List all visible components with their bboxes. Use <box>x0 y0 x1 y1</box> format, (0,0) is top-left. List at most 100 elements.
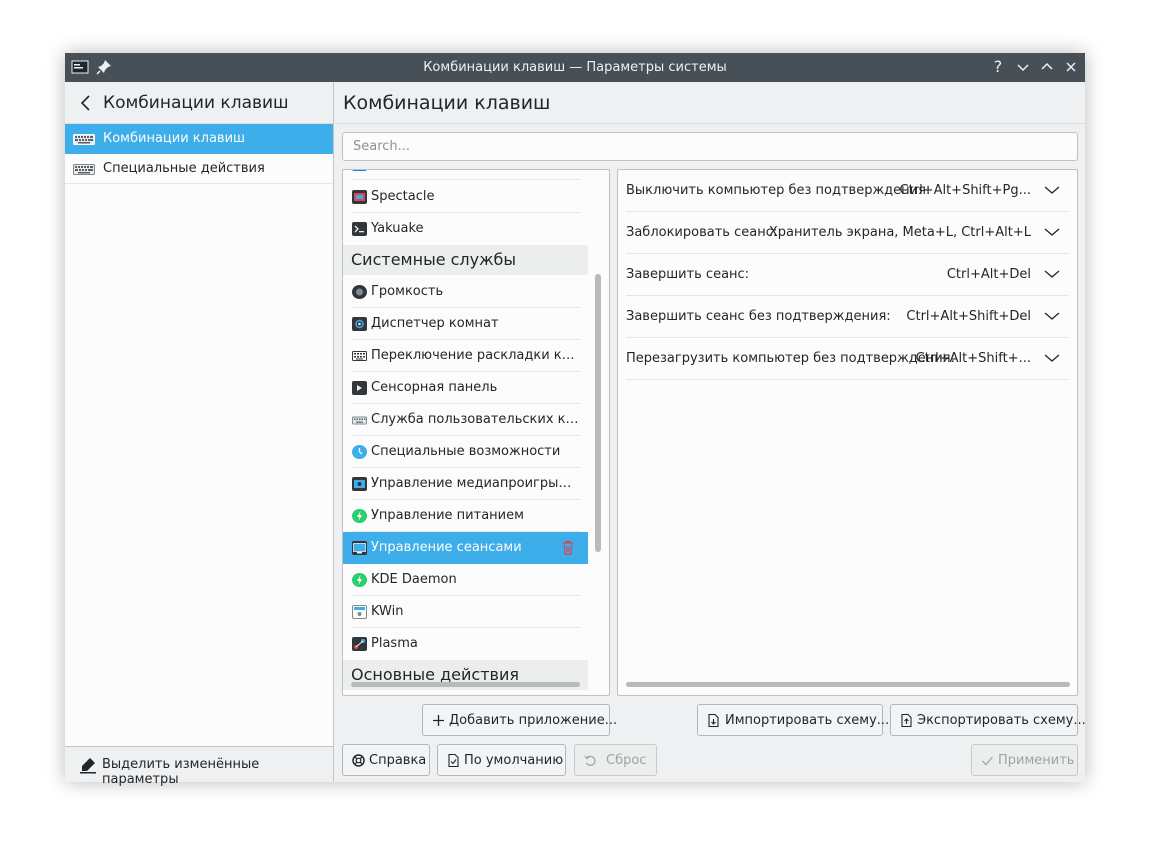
list-item[interactable]: Сенсорная панель <box>343 372 588 404</box>
keyboard-icon <box>352 413 367 427</box>
app-icon <box>352 170 367 171</box>
list-item-label: Spectacle <box>371 189 435 204</box>
trash-icon[interactable] <box>562 540 574 555</box>
page-title: Комбинации клавиш <box>343 92 551 114</box>
sidebar: Комбинации клавиш Комбинации клавиш Спец… <box>65 82 334 787</box>
reset-button[interactable]: Сброс <box>574 744 657 776</box>
checkmark-icon <box>980 753 995 768</box>
plus-icon <box>431 713 446 728</box>
list-item[interactable]: Громкость <box>343 276 588 308</box>
button-label: Применить <box>998 753 1075 768</box>
window-title: Комбинации клавиш — Параметры системы <box>423 60 727 75</box>
shortcut-keys: Ctrl+Alt+Shift+Pg... <box>899 183 1031 198</box>
document-import-icon <box>706 713 721 728</box>
search-box <box>342 132 1078 161</box>
shortcut-keys: Ctrl+Alt+Shift+Del <box>906 309 1031 324</box>
list-item[interactable] <box>343 170 588 180</box>
sidebar-header: Комбинации клавиш <box>65 82 333 124</box>
list-item[interactable]: Переключение раскладки клавиатуры <box>343 340 588 372</box>
activity-manager-icon <box>352 317 367 331</box>
button-label: По умолчанию <box>464 753 564 768</box>
export-scheme-button[interactable]: Экспортировать схему... <box>890 704 1086 736</box>
sidebar-item-shortcuts[interactable]: Комбинации клавиш <box>65 124 333 154</box>
accessibility-icon <box>352 445 367 459</box>
shortcut-name: Заблокировать сеанс: <box>626 225 778 240</box>
list-item-label: Служба пользовательских комбинаций клави… <box>371 412 579 427</box>
shortcut-name: Перезагрузить компьютер без подтверждени… <box>626 351 955 366</box>
touchpad-icon <box>352 381 367 395</box>
button-label: Справка <box>369 753 427 768</box>
maximize-icon[interactable] <box>1038 58 1056 76</box>
close-icon[interactable] <box>1062 58 1080 76</box>
kde-daemon-icon <box>352 573 367 587</box>
search-input[interactable] <box>343 133 1077 160</box>
page-header: Комбинации клавиш <box>335 82 1085 124</box>
list-item-selected[interactable]: Управление сеансами <box>343 532 588 564</box>
section-title: Системные службы <box>351 250 517 269</box>
list-item[interactable]: Специальные возможности <box>343 436 588 468</box>
shortcut-row[interactable]: Завершить сеанс без подтверждения: Ctrl+… <box>618 296 1069 338</box>
help-button[interactable]: Справка <box>342 744 430 776</box>
keyboard-icon <box>73 164 95 175</box>
button-label: Импортировать схему... <box>725 713 890 728</box>
add-application-button[interactable]: Добавить приложение... <box>422 704 617 736</box>
chevron-down-icon[interactable] <box>1043 352 1061 364</box>
list-item[interactable]: KWin <box>343 596 588 628</box>
list-item[interactable]: Управление питанием <box>343 500 588 532</box>
shortcut-name: Завершить сеанс без подтверждения: <box>626 309 891 324</box>
highlight-changed-button[interactable]: Выделить изменённые параметры <box>65 746 333 787</box>
shortcut-name: Выключить компьютер без подтверждения: <box>626 183 931 198</box>
yakuake-icon <box>352 222 367 236</box>
chevron-down-icon[interactable] <box>1043 268 1061 280</box>
list-item[interactable]: Plasma <box>343 628 588 660</box>
sidebar-item-label: Специальные действия <box>103 161 265 176</box>
kwin-icon <box>352 605 367 619</box>
power-management-icon <box>352 509 367 523</box>
list-item[interactable]: Диспетчер комнат <box>343 308 588 340</box>
list-item[interactable]: Yakuake <box>343 213 588 245</box>
shortcut-row[interactable]: Завершить сеанс: Ctrl+Alt+Del <box>618 254 1069 296</box>
defaults-button[interactable]: По умолчанию <box>437 744 566 776</box>
chevron-down-icon[interactable] <box>1043 184 1061 196</box>
vertical-scrollbar[interactable] <box>595 274 601 552</box>
list-item-label: Специальные возможности <box>371 444 561 459</box>
back-arrow-icon[interactable] <box>77 93 95 113</box>
list-item[interactable]: KDE Daemon <box>343 564 588 596</box>
highlight-changed-label: Выделить изменённые параметры <box>102 757 260 787</box>
list-item[interactable]: Spectacle <box>343 181 588 213</box>
apps-list[interactable]: Spectacle Yakuake Системные службы Громк… <box>342 169 610 696</box>
section-header-system: Системные службы <box>343 245 588 275</box>
horizontal-scrollbar[interactable] <box>626 682 1070 687</box>
shortcut-row[interactable]: Заблокировать сеанс: Хранитель экрана, M… <box>618 212 1069 254</box>
shortcuts-list[interactable]: Выключить компьютер без подтверждения: C… <box>617 169 1078 696</box>
sidebar-item-special-actions[interactable]: Специальные действия <box>65 154 333 184</box>
title-bar: Комбинации клавиш — Параметры системы ? <box>65 53 1085 82</box>
sidebar-title: Комбинации клавиш <box>103 93 289 113</box>
document-revert-icon <box>446 753 461 768</box>
shortcut-row[interactable]: Выключить компьютер без подтверждения: C… <box>618 170 1069 212</box>
apply-button[interactable]: Применить <box>971 744 1078 776</box>
import-scheme-button[interactable]: Импортировать схему... <box>697 704 889 736</box>
help-icon[interactable]: ? <box>989 58 1007 76</box>
undo-icon <box>583 753 598 768</box>
minimize-icon[interactable] <box>1014 58 1032 76</box>
list-item-label: Управление сеансами <box>371 540 522 555</box>
chevron-down-icon[interactable] <box>1043 310 1061 322</box>
shortcut-keys: Ctrl+Alt+Shift+... <box>915 351 1031 366</box>
keyboard-layout-icon <box>352 349 367 363</box>
spectacle-icon <box>352 190 367 204</box>
list-item[interactable]: Служба пользовательских комбинаций клави… <box>343 404 588 436</box>
list-item-label: Управление питанием <box>371 508 524 523</box>
list-item-label: KDE Daemon <box>371 572 457 587</box>
chevron-down-icon[interactable] <box>1043 226 1061 238</box>
shortcut-keys: Хранитель экрана, Meta+L, Ctrl+Alt+L <box>768 225 1031 240</box>
list-item-label: Диспетчер комнат <box>371 316 499 331</box>
horizontal-scrollbar[interactable] <box>351 682 580 687</box>
list-item[interactable]: Управление медиапроигрывателем <box>343 468 588 500</box>
lifebuoy-icon <box>351 753 366 768</box>
shortcut-row[interactable]: Перезагрузить компьютер без подтверждени… <box>618 338 1069 380</box>
button-label: Экспортировать схему... <box>917 713 1086 728</box>
list-item-label: Управление медиапроигрывателем <box>371 476 579 491</box>
list-item-label: KWin <box>371 604 404 619</box>
main-content: Комбинации клавиш Spectacle <box>335 82 1086 782</box>
